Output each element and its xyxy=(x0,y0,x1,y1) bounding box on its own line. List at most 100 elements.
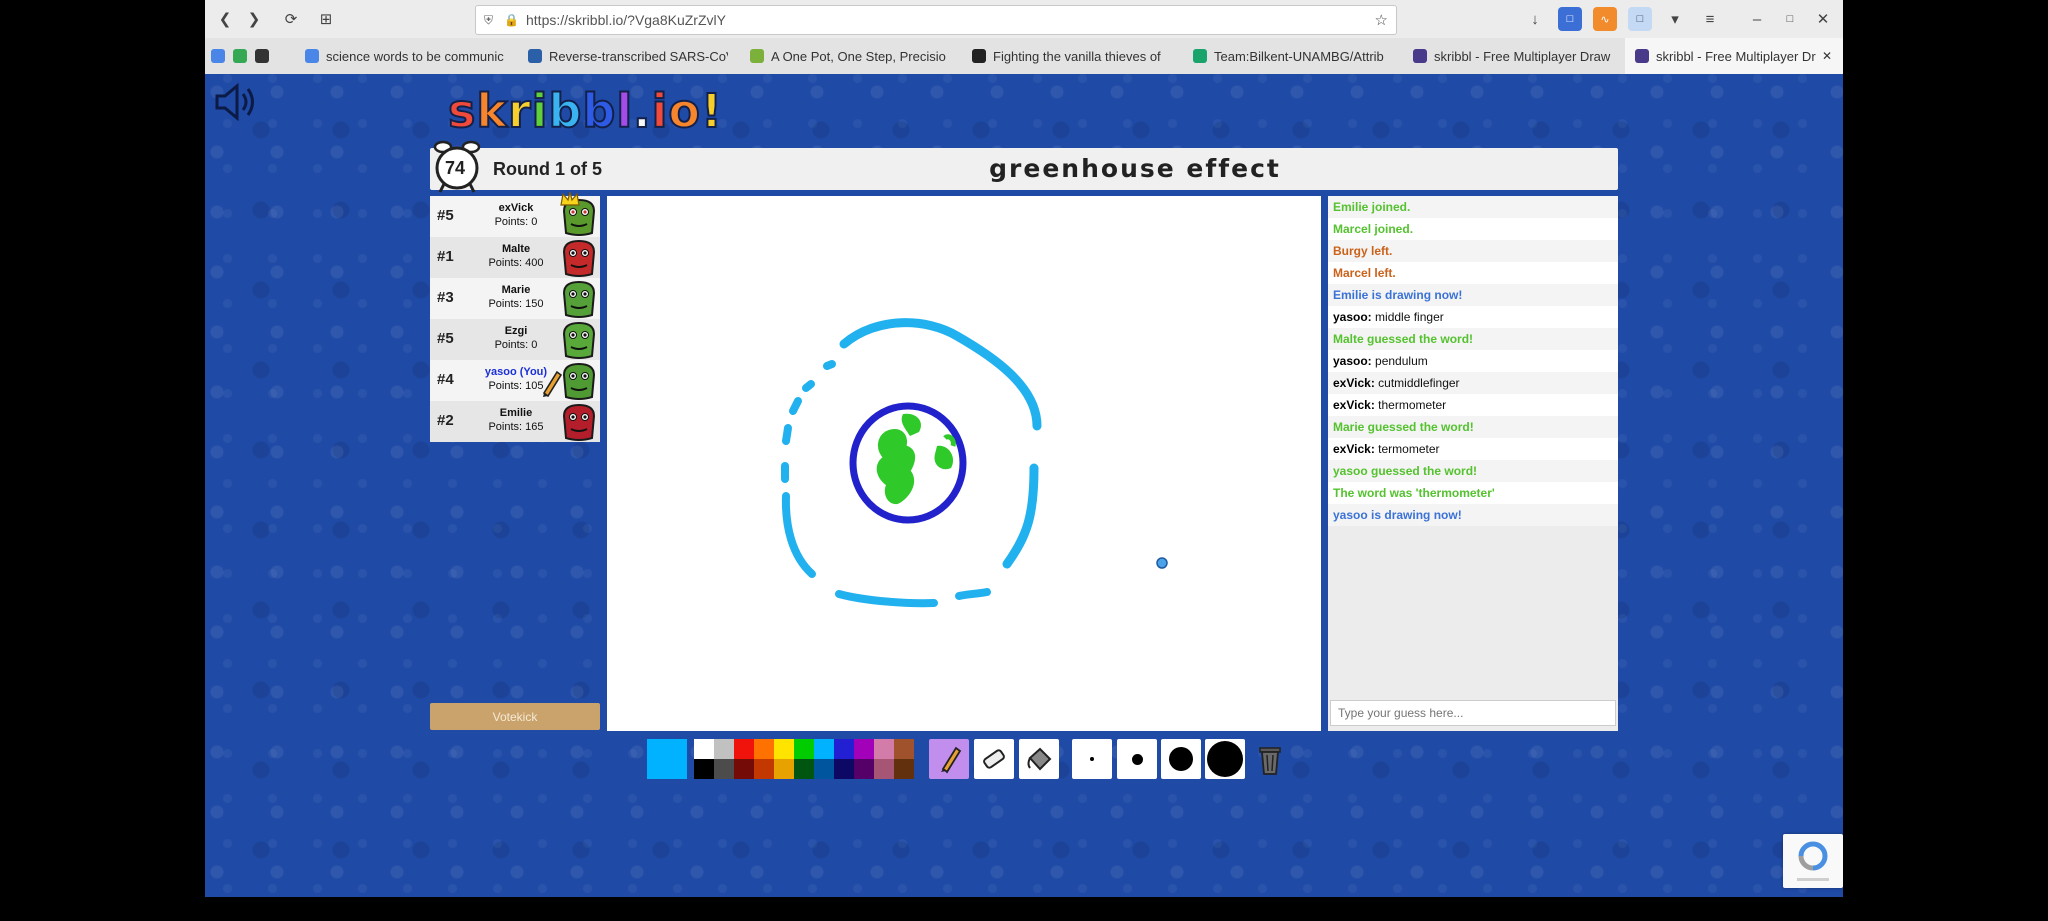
guess-input[interactable] xyxy=(1330,700,1616,726)
brush-size-xlarge[interactable] xyxy=(1205,739,1245,779)
palette-color-swatch[interactable] xyxy=(854,739,874,759)
forward-button[interactable]: ❯ xyxy=(242,7,266,31)
drawing-pencil-icon xyxy=(542,370,562,397)
player-row[interactable]: #5 Ezgi Points: 0 xyxy=(430,319,600,360)
player-points: Points: 0 xyxy=(494,339,538,351)
url-bar[interactable]: ⛨ 🔒 https://skribbl.io/?Vga8KuZrZvlY ☆ xyxy=(475,5,1397,35)
rss-icon[interactable]: ∿ xyxy=(1593,7,1617,31)
pencil-icon xyxy=(941,746,962,774)
tab-one-pot[interactable]: A One Pot, One Step, Precisio xyxy=(750,38,950,74)
logo-letter: b xyxy=(581,83,617,139)
palette-color-swatch[interactable] xyxy=(734,739,754,759)
votekick-button[interactable]: Votekick xyxy=(430,703,600,730)
back-button[interactable]: ❮ xyxy=(213,7,237,31)
palette-color-swatch[interactable] xyxy=(694,739,714,759)
new-tab-button[interactable]: ⊞ xyxy=(314,7,338,31)
chat-message: exVick: termometer xyxy=(1328,438,1618,460)
tab-vanilla-thieves[interactable]: Fighting the vanilla thieves of xyxy=(972,38,1172,74)
browser-window: ❮ ❯ ⟳ ⊞ ⛨ 🔒 https://skribbl.io/?Vga8KuZr… xyxy=(205,0,1843,897)
chat-text: yasoo is drawing now! xyxy=(1333,508,1462,522)
player-rank: #1 xyxy=(437,248,454,265)
chat-text: Marcel joined. xyxy=(1333,222,1414,236)
player-name: Malte xyxy=(501,243,531,255)
pocket-icon[interactable] xyxy=(255,49,269,63)
palette-color-swatch[interactable] xyxy=(714,759,734,779)
close-window-icon[interactable]: ✕ xyxy=(1811,7,1835,31)
brush-size-medium[interactable] xyxy=(1117,739,1157,779)
eraser-tool-button[interactable] xyxy=(974,739,1014,779)
chat-text: The word was 'thermometer' xyxy=(1333,486,1495,500)
download-icon[interactable]: ↓ xyxy=(1523,7,1547,31)
dropdown-icon[interactable]: ▾ xyxy=(1663,7,1687,31)
player-row[interactable]: #2 Emilie Points: 165 xyxy=(430,401,600,442)
tab-team-bilkent[interactable]: Team:Bilkent-UNAMBG/Attrib xyxy=(1193,38,1393,74)
menu-icon[interactable]: ≡ xyxy=(1698,7,1722,31)
chat-message: yasoo: pendulum xyxy=(1328,350,1618,372)
player-avatar xyxy=(562,403,596,441)
dot-large-icon xyxy=(1169,747,1193,771)
eraser-icon xyxy=(983,749,1005,769)
brush-size-small[interactable] xyxy=(1072,739,1112,779)
chat-user: yasoo: xyxy=(1333,354,1372,368)
extension-2-icon[interactable]: □ xyxy=(1628,7,1652,31)
chat-user: yasoo: xyxy=(1333,310,1372,324)
palette-color-swatch[interactable] xyxy=(894,739,914,759)
player-points: Points: 0 xyxy=(494,216,538,228)
tab-reverse-transcribed[interactable]: Reverse-transcribed SARS-CoV xyxy=(528,38,728,74)
palette-color-swatch[interactable] xyxy=(874,739,894,759)
palette-color-swatch[interactable] xyxy=(694,759,714,779)
palette-color-swatch[interactable] xyxy=(754,739,774,759)
tab-skribbl-active[interactable]: skribbl - Free Multiplayer Dr ✕ xyxy=(1625,38,1843,74)
tab-science-words[interactable]: science words to be communic xyxy=(305,38,505,74)
player-avatar xyxy=(562,239,596,277)
palette-color-swatch[interactable] xyxy=(734,759,754,779)
player-row[interactable]: #5 exVick Points: 0 xyxy=(430,191,600,237)
tab-favicon-icon xyxy=(528,49,542,63)
tab-favicon-icon xyxy=(1635,49,1649,63)
brush-size-large[interactable] xyxy=(1161,739,1201,779)
shield-icon: ⛨ xyxy=(484,12,494,27)
palette-color-swatch[interactable] xyxy=(814,739,834,759)
fill-tool-button[interactable] xyxy=(1019,739,1059,779)
browser-toolbar: ❮ ❯ ⟳ ⊞ ⛨ 🔒 https://skribbl.io/?Vga8KuZr… xyxy=(205,0,1843,39)
chat-text: Malte guessed the word! xyxy=(1333,332,1474,346)
maximize-icon[interactable]: □ xyxy=(1778,7,1802,31)
palette-color-swatch[interactable] xyxy=(814,759,834,779)
recaptcha-badge[interactable] xyxy=(1783,834,1843,888)
close-tab-icon[interactable]: ✕ xyxy=(1822,49,1832,63)
player-row[interactable]: #4 yasoo (You) Points: 105 xyxy=(430,360,600,401)
minimize-icon[interactable]: – xyxy=(1745,7,1769,31)
palette-color-swatch[interactable] xyxy=(774,739,794,759)
palette-color-swatch[interactable] xyxy=(854,759,874,779)
drawing-strokes xyxy=(781,318,1168,608)
chat-text: yasoo guessed the word! xyxy=(1333,464,1478,478)
palette-color-swatch[interactable] xyxy=(874,759,894,779)
chat-message: Emilie joined. xyxy=(1328,196,1618,218)
chat-message: exVick: thermometer xyxy=(1328,394,1618,416)
chat-message: Marie guessed the word! xyxy=(1328,416,1618,438)
palette-color-swatch[interactable] xyxy=(794,759,814,779)
tab-skribbl-1[interactable]: skribbl - Free Multiplayer Draw xyxy=(1413,38,1613,74)
palette-color-swatch[interactable] xyxy=(834,759,854,779)
player-row[interactable]: #1 Malte Points: 400 xyxy=(430,237,600,278)
palette-color-swatch[interactable] xyxy=(894,759,914,779)
palette-color-swatch[interactable] xyxy=(794,739,814,759)
bookmark-star-icon[interactable]: ☆ xyxy=(1375,11,1388,29)
palette-color-swatch[interactable] xyxy=(754,759,774,779)
drawing-canvas[interactable] xyxy=(607,196,1321,731)
sound-icon[interactable] xyxy=(213,82,259,122)
palette-color-swatch[interactable] xyxy=(834,739,854,759)
pencil-tool-button[interactable] xyxy=(929,739,969,779)
player-row[interactable]: #3 Marie Points: 150 xyxy=(430,278,600,319)
palette-color-swatch[interactable] xyxy=(774,759,794,779)
apps-icon[interactable] xyxy=(211,49,225,63)
player-avatar xyxy=(562,280,596,318)
clear-canvas-button[interactable] xyxy=(1250,739,1290,779)
extension-icon[interactable]: □ xyxy=(1558,7,1582,31)
player-rank: #4 xyxy=(437,371,454,388)
chat-message: Malte guessed the word! xyxy=(1328,328,1618,350)
drive-icon[interactable] xyxy=(233,49,247,63)
tab-bar: science words to be communic Reverse-tra… xyxy=(205,38,1843,75)
reload-button[interactable]: ⟳ xyxy=(279,7,303,31)
palette-color-swatch[interactable] xyxy=(714,739,734,759)
